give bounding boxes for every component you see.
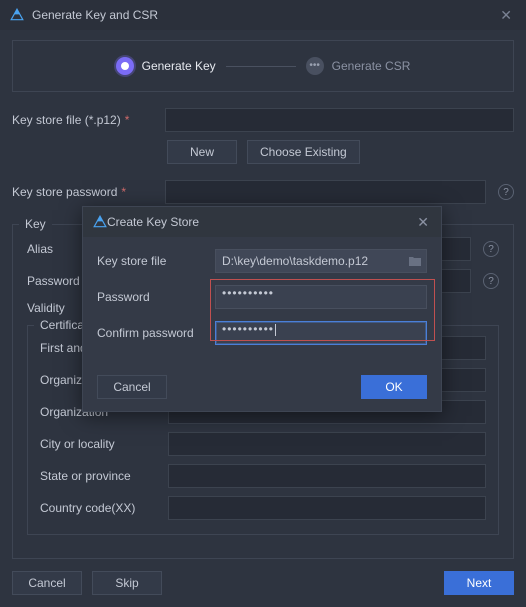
modal-body: Key store file D:\key\demo\taskdemo.p12 … — [83, 237, 441, 369]
modal-ok-button[interactable]: OK — [361, 375, 427, 399]
step1-label: Generate Key — [142, 59, 216, 73]
modal-password-group: Password •••••••••• Confirm password •••… — [97, 285, 427, 345]
help-icon[interactable]: ? — [483, 241, 499, 257]
label-key-store-file: Key store file (*.p12)* — [12, 113, 157, 127]
row-key-store-password: Key store password* ? — [12, 180, 514, 204]
input-state[interactable] — [168, 464, 486, 488]
window-title: Generate Key and CSR — [32, 8, 496, 22]
modal-footer: Cancel OK — [83, 369, 441, 411]
step-pending-icon: ••• — [306, 57, 324, 75]
modal-label-confirm: Confirm password — [97, 326, 207, 340]
modal-confirm-value: •••••••••• — [222, 322, 274, 336]
modal-titlebar: Create Key Store ✕ — [83, 207, 441, 237]
bottom-bar: Cancel Skip Next — [0, 571, 526, 607]
step-connector — [226, 66, 296, 67]
label-city: City or locality — [40, 437, 160, 451]
modal-password-value: •••••••••• — [222, 286, 274, 300]
step-generate-csr: ••• Generate CSR — [306, 57, 411, 75]
step2-label: Generate CSR — [332, 59, 411, 73]
row-key-store-file: Key store file (*.p12)* — [12, 108, 514, 132]
input-key-store-password[interactable] — [165, 180, 486, 204]
input-key-store-file[interactable] — [165, 108, 514, 132]
choose-existing-button[interactable]: Choose Existing — [247, 140, 360, 164]
row-state: State or province — [40, 464, 486, 488]
label-state: State or province — [40, 469, 160, 483]
row-city: City or locality — [40, 432, 486, 456]
text-caret — [275, 324, 276, 336]
modal-title: Create Key Store — [107, 215, 415, 229]
new-button[interactable]: New — [167, 140, 237, 164]
titlebar: Generate Key and CSR ✕ — [0, 0, 526, 30]
legend-key: Key — [19, 217, 52, 231]
modal-file-path-text: D:\key\demo\taskdemo.p12 — [222, 254, 408, 268]
modal-input-password[interactable]: •••••••••• — [215, 285, 427, 309]
cancel-button[interactable]: Cancel — [12, 571, 82, 595]
modal-row-confirm: Confirm password •••••••••• — [97, 321, 427, 345]
modal-cancel-button[interactable]: Cancel — [97, 375, 167, 399]
input-city[interactable] — [168, 432, 486, 456]
app-icon — [93, 215, 107, 229]
app-icon — [10, 8, 24, 22]
step-generate-key: Generate Key — [116, 57, 216, 75]
modal-input-confirm[interactable]: •••••••••• — [215, 321, 427, 345]
label-country: Country code(XX) — [40, 501, 160, 515]
modal-label-password: Password — [97, 290, 207, 304]
label-key-store-password: Key store password* — [12, 185, 157, 199]
input-country[interactable] — [168, 496, 486, 520]
file-buttons: New Choose Existing — [167, 140, 514, 164]
help-icon[interactable]: ? — [498, 184, 514, 200]
row-country: Country code(XX) — [40, 496, 486, 520]
modal-row-password: Password •••••••••• — [97, 285, 427, 309]
modal-row-file: Key store file D:\key\demo\taskdemo.p12 — [97, 249, 427, 273]
modal-label-file: Key store file — [97, 254, 207, 268]
wizard-steps: Generate Key ••• Generate CSR — [12, 40, 514, 92]
close-icon[interactable]: ✕ — [415, 214, 431, 231]
modal-create-key-store: Create Key Store ✕ Key store file D:\key… — [82, 206, 442, 412]
skip-button[interactable]: Skip — [92, 571, 162, 595]
next-button[interactable]: Next — [444, 571, 514, 595]
folder-icon[interactable] — [408, 255, 422, 267]
step-active-icon — [116, 57, 134, 75]
modal-input-file[interactable]: D:\key\demo\taskdemo.p12 — [215, 249, 427, 273]
close-icon[interactable]: ✕ — [496, 7, 516, 24]
help-icon[interactable]: ? — [483, 273, 499, 289]
